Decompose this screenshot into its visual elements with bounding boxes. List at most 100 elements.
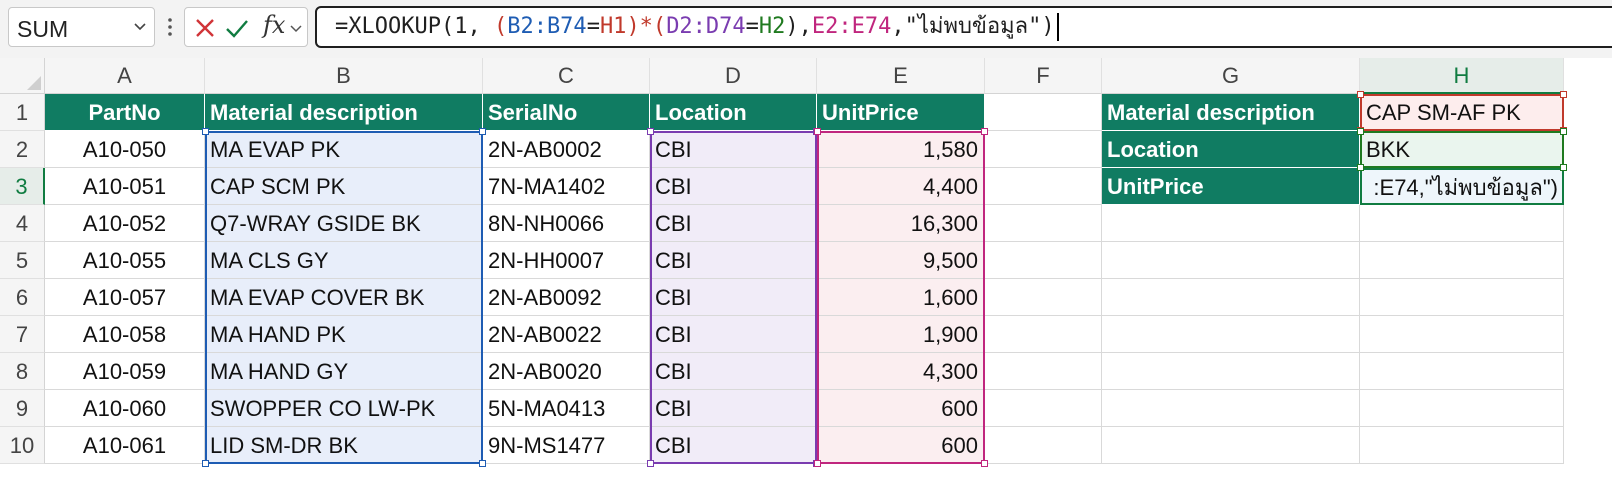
- table-cell[interactable]: CBI: [650, 242, 817, 279]
- table-cell[interactable]: 7N-MA1402: [483, 168, 650, 205]
- chevron-down-icon[interactable]: [289, 21, 303, 35]
- table-cell[interactable]: 4,300: [817, 353, 985, 390]
- table-header-cell[interactable]: SerialNo: [483, 94, 650, 131]
- table-header-cell[interactable]: Material description: [205, 94, 483, 131]
- resize-handle[interactable]: [1357, 164, 1364, 171]
- column-header-f[interactable]: F: [985, 58, 1102, 94]
- table-header-cell[interactable]: PartNo: [45, 94, 205, 131]
- table-cell[interactable]: MA EVAP PK: [205, 131, 483, 168]
- formula-input[interactable]: =XLOOKUP(1, (B2:B74=H1)*(D2:D74=H2),E2:E…: [315, 6, 1612, 48]
- row-header-9[interactable]: 9: [0, 390, 45, 427]
- table-cell[interactable]: Q7-WRAY GSIDE BK: [205, 205, 483, 242]
- table-cell[interactable]: A10-058: [45, 316, 205, 353]
- resize-handle[interactable]: [981, 128, 988, 135]
- table-cell[interactable]: 1,600: [817, 279, 985, 316]
- table-cell[interactable]: 8N-NH0066: [483, 205, 650, 242]
- grid-cell[interactable]: [985, 427, 1102, 464]
- row-header-10[interactable]: 10: [0, 427, 45, 464]
- grid-cell[interactable]: [985, 353, 1102, 390]
- lookup-label[interactable]: Location: [1102, 131, 1360, 168]
- table-cell[interactable]: 2N-AB0002: [483, 131, 650, 168]
- resize-handle[interactable]: [479, 128, 486, 135]
- grid-cell[interactable]: [1102, 205, 1360, 242]
- table-cell[interactable]: CBI: [650, 390, 817, 427]
- insert-function-button[interactable]: fx: [263, 11, 285, 39]
- grid-cell[interactable]: [1360, 390, 1564, 427]
- resize-handle[interactable]: [814, 460, 821, 467]
- table-cell[interactable]: CAP SCM PK: [205, 168, 483, 205]
- table-cell[interactable]: MA HAND GY: [205, 353, 483, 390]
- table-cell[interactable]: 2N-AB0022: [483, 316, 650, 353]
- table-cell[interactable]: 5N-MA0413: [483, 390, 650, 427]
- table-cell[interactable]: 2N-AB0092: [483, 279, 650, 316]
- name-box[interactable]: SUM: [8, 7, 155, 47]
- grid-cell[interactable]: [1102, 279, 1360, 316]
- table-cell[interactable]: MA HAND PK: [205, 316, 483, 353]
- table-cell[interactable]: 9N-MS1477: [483, 427, 650, 464]
- table-cell[interactable]: A10-059: [45, 353, 205, 390]
- grid-cell[interactable]: [985, 168, 1102, 205]
- x-icon[interactable]: [191, 14, 219, 42]
- resize-handle[interactable]: [981, 460, 988, 467]
- resize-handle[interactable]: [647, 128, 654, 135]
- table-cell[interactable]: CBI: [650, 168, 817, 205]
- resize-handle[interactable]: [814, 128, 821, 135]
- resize-handle[interactable]: [202, 128, 209, 135]
- grid-cell[interactable]: [1102, 427, 1360, 464]
- grid-cell[interactable]: [985, 131, 1102, 168]
- table-cell[interactable]: LID SM-DR BK: [205, 427, 483, 464]
- table-cell[interactable]: A10-057: [45, 279, 205, 316]
- table-cell[interactable]: 16,300: [817, 205, 985, 242]
- lookup-label[interactable]: UnitPrice: [1102, 168, 1360, 205]
- table-cell[interactable]: 600: [817, 390, 985, 427]
- table-cell[interactable]: 4,400: [817, 168, 985, 205]
- resize-handle[interactable]: [1560, 128, 1567, 135]
- grid-cell[interactable]: [985, 316, 1102, 353]
- column-header-a[interactable]: A: [45, 58, 205, 94]
- table-header-cell[interactable]: Location: [650, 94, 817, 131]
- resize-handle[interactable]: [1560, 91, 1567, 98]
- lookup-label[interactable]: Material description: [1102, 94, 1360, 131]
- grid-cell[interactable]: [1102, 242, 1360, 279]
- row-header-7[interactable]: 7: [0, 316, 45, 353]
- row-header-1[interactable]: 1: [0, 94, 45, 131]
- column-header-e[interactable]: E: [817, 58, 985, 94]
- resize-handle[interactable]: [1357, 91, 1364, 98]
- table-cell[interactable]: CBI: [650, 316, 817, 353]
- table-cell[interactable]: A10-051: [45, 168, 205, 205]
- resize-handle[interactable]: [1357, 128, 1364, 135]
- table-cell[interactable]: CBI: [650, 353, 817, 390]
- resize-handle[interactable]: [479, 460, 486, 467]
- table-cell[interactable]: A10-055: [45, 242, 205, 279]
- grid-cell[interactable]: [985, 279, 1102, 316]
- table-cell[interactable]: 1,580: [817, 131, 985, 168]
- row-header-8[interactable]: 8: [0, 353, 45, 390]
- resize-handle[interactable]: [202, 460, 209, 467]
- table-cell[interactable]: SWOPPER CO LW-PK: [205, 390, 483, 427]
- grid-cell[interactable]: [1360, 353, 1564, 390]
- table-cell[interactable]: CBI: [650, 427, 817, 464]
- table-cell[interactable]: A10-050: [45, 131, 205, 168]
- grid-cell[interactable]: [1360, 316, 1564, 353]
- grid-cell[interactable]: [985, 242, 1102, 279]
- active-cell-unitprice[interactable]: :E74,"ไม่พบข้อมูล"): [1360, 168, 1564, 205]
- column-header-g[interactable]: G: [1102, 58, 1360, 94]
- table-cell[interactable]: 2N-HH0007: [483, 242, 650, 279]
- grid-cell[interactable]: [1102, 390, 1360, 427]
- table-cell[interactable]: 600: [817, 427, 985, 464]
- resize-handle[interactable]: [647, 460, 654, 467]
- row-header-3[interactable]: 3: [0, 168, 45, 205]
- table-cell[interactable]: 1,900: [817, 316, 985, 353]
- table-header-cell[interactable]: UnitPrice: [817, 94, 985, 131]
- table-cell[interactable]: MA EVAP COVER BK: [205, 279, 483, 316]
- table-cell[interactable]: 9,500: [817, 242, 985, 279]
- table-cell[interactable]: CBI: [650, 279, 817, 316]
- grid-cell[interactable]: [1360, 205, 1564, 242]
- column-header-d[interactable]: D: [650, 58, 817, 94]
- grid-cell[interactable]: [1102, 353, 1360, 390]
- lookup-value-location[interactable]: BKK: [1360, 131, 1564, 168]
- row-header-4[interactable]: 4: [0, 205, 45, 242]
- grid-cell[interactable]: [985, 205, 1102, 242]
- column-header-h[interactable]: H: [1360, 58, 1564, 94]
- more-options-icon[interactable]: [165, 14, 175, 40]
